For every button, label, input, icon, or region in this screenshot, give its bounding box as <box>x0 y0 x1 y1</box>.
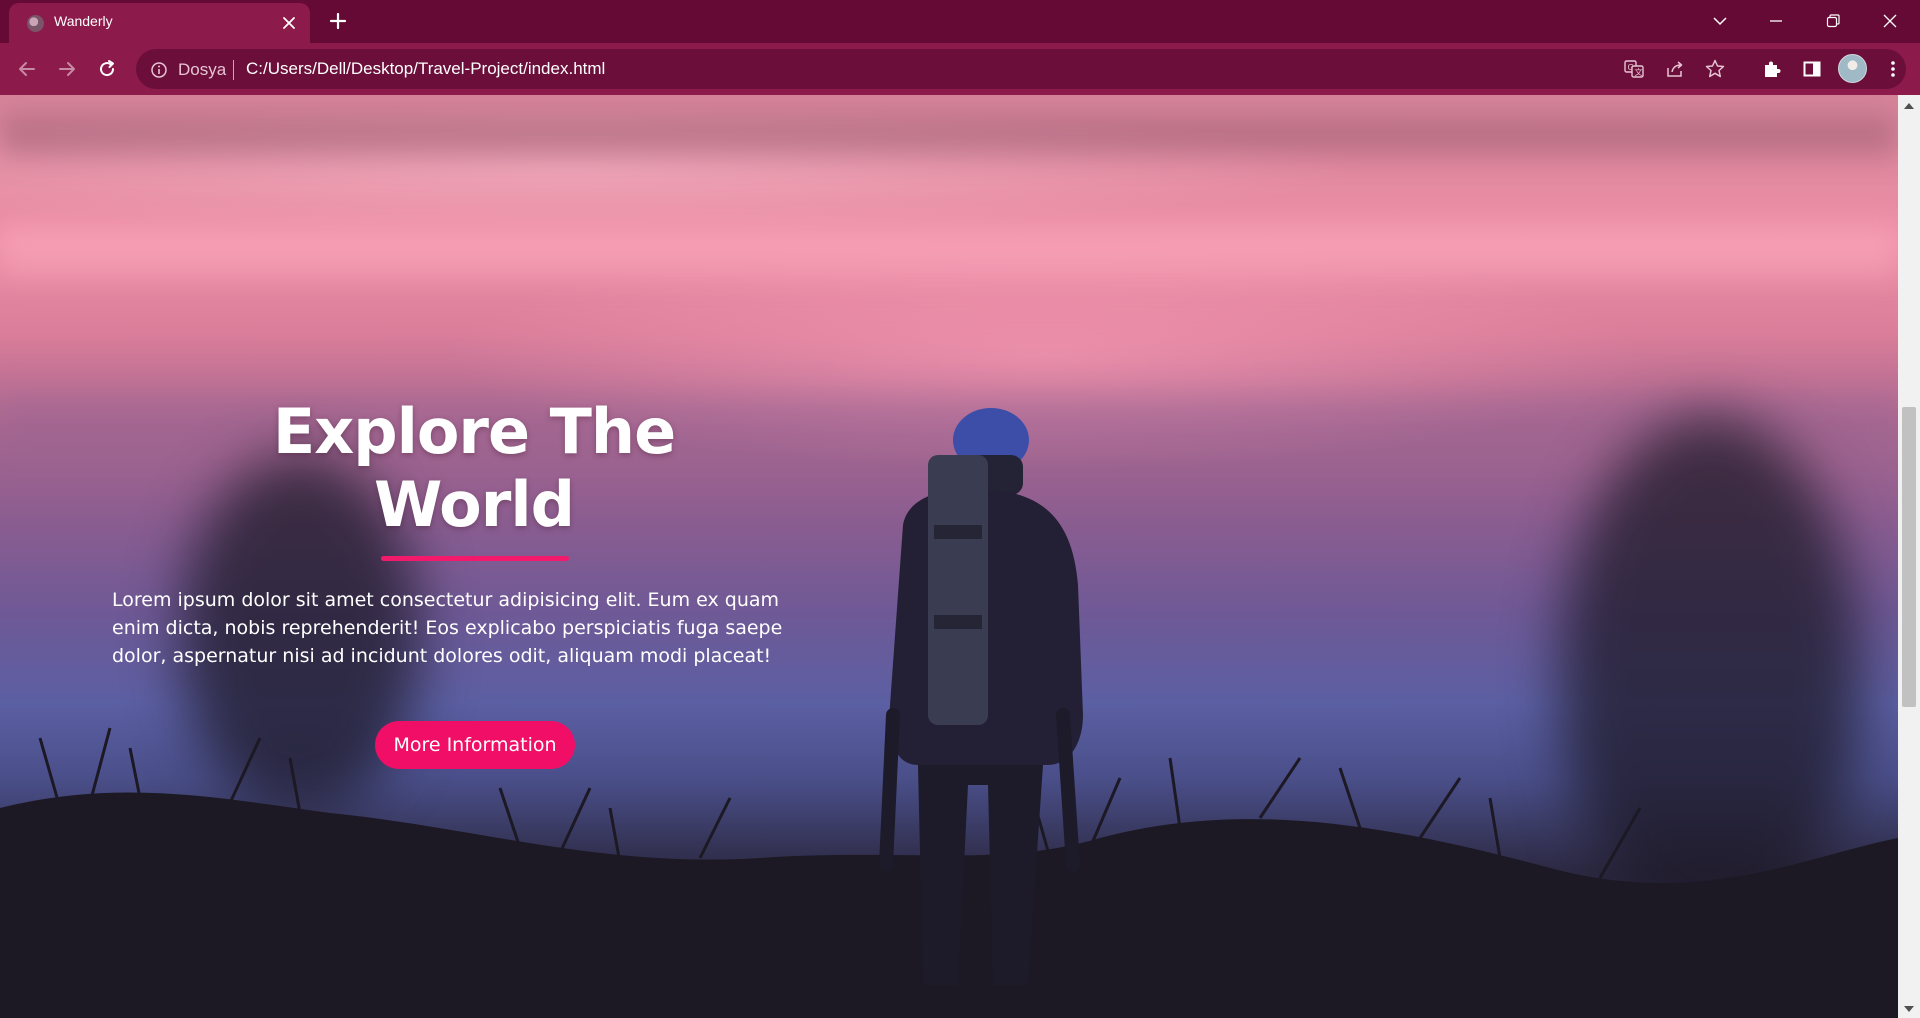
hero-divider <box>381 556 569 561</box>
extensions-puzzle-icon[interactable] <box>1758 55 1786 83</box>
close-tab-icon[interactable] <box>278 12 300 34</box>
close-window-icon[interactable] <box>1870 6 1910 36</box>
browser-toolbar: Dosya C:/Users/Dell/Desktop/Travel-Proje… <box>0 43 1920 95</box>
reload-icon[interactable] <box>93 55 121 83</box>
side-panel-icon[interactable] <box>1798 55 1826 83</box>
address-bar[interactable]: Dosya C:/Users/Dell/Desktop/Travel-Proje… <box>136 49 1906 89</box>
globe-icon <box>27 15 44 32</box>
scrollbar-thumb[interactable] <box>1902 406 1916 707</box>
restore-icon[interactable] <box>1813 6 1853 36</box>
tab-title: Wanderly <box>54 13 113 29</box>
more-information-button[interactable]: More Information <box>375 721 575 769</box>
browser-tab[interactable]: Wanderly <box>9 3 310 43</box>
scheme-label: Dosya <box>178 60 227 79</box>
hero-title: Explore The World <box>272 395 676 541</box>
hero-description: Lorem ipsum dolor sit amet consectetur a… <box>112 589 783 667</box>
forward-arrow-icon[interactable] <box>53 55 81 83</box>
page-scrollbar[interactable] <box>1898 95 1920 1018</box>
tab-strip: Wanderly <box>0 0 1920 43</box>
scroll-down-arrow-icon[interactable] <box>1904 1006 1914 1012</box>
info-icon[interactable] <box>150 61 168 83</box>
more-menu-icon[interactable] <box>1879 55 1907 83</box>
back-arrow-icon[interactable] <box>13 55 41 83</box>
minimize-icon[interactable] <box>1756 6 1796 36</box>
url-text[interactable]: C:/Users/Dell/Desktop/Travel-Project/ind… <box>246 59 605 79</box>
address-separator <box>233 60 234 80</box>
page-viewport: Explore The World Lorem ipsum dolor sit … <box>0 95 1898 1018</box>
profile-avatar[interactable] <box>1838 54 1867 83</box>
new-tab-icon[interactable] <box>326 9 350 33</box>
share-icon[interactable] <box>1664 58 1686 80</box>
hiker-silhouette <box>879 408 1083 985</box>
tab-search-chevron-icon[interactable] <box>1700 6 1740 36</box>
translate-icon[interactable]: G文 <box>1623 58 1645 80</box>
bookmark-star-icon[interactable] <box>1704 58 1726 80</box>
cloud-streak <box>0 115 1898 155</box>
scroll-up-arrow-icon[interactable] <box>1904 103 1914 109</box>
hero-background-image <box>0 95 1898 1018</box>
cloud-streak <box>0 225 1898 275</box>
svg-text:文: 文 <box>1635 67 1643 77</box>
